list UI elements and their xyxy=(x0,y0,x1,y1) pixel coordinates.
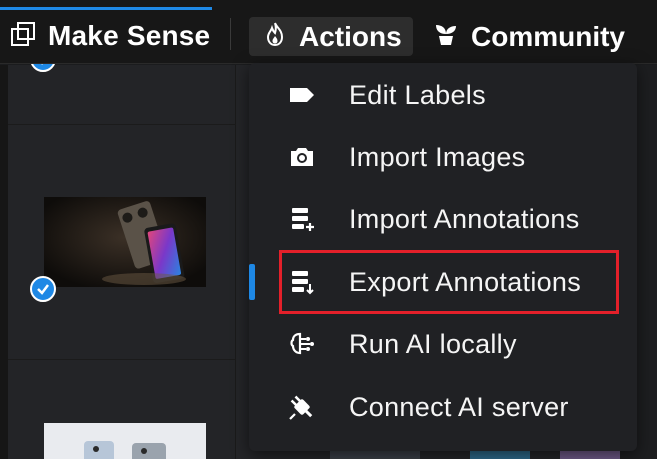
list-item[interactable] xyxy=(8,65,236,125)
menu-item-export-annotations[interactable]: Export Annotations xyxy=(249,251,637,313)
flame-icon xyxy=(263,21,287,52)
thumbnail-image[interactable] xyxy=(44,423,206,459)
thumbnail-image[interactable] xyxy=(44,197,206,287)
tag-icon xyxy=(287,80,317,110)
plant-icon xyxy=(433,21,459,52)
menu-item-label: Connect AI server xyxy=(349,391,569,422)
actions-dropdown-menu: Edit Labels Import Images Import Annotat… xyxy=(249,63,637,451)
menu-item-label: Run AI locally xyxy=(349,328,517,359)
active-indicator xyxy=(249,264,255,300)
app-brand[interactable]: Make Sense xyxy=(10,10,210,62)
list-download-icon xyxy=(287,267,317,297)
menu-item-label: Export Annotations xyxy=(349,266,582,297)
list-add-icon xyxy=(287,204,317,234)
sidebar-scroll-track[interactable] xyxy=(0,65,8,459)
menu-item-edit-labels[interactable]: Edit Labels xyxy=(249,64,637,126)
menu-item-connect-ai-server[interactable]: Connect AI server xyxy=(249,376,637,438)
app-title: Make Sense xyxy=(48,20,211,51)
menu-item-label: Import Annotations xyxy=(349,203,580,234)
square-stack-icon xyxy=(10,21,36,52)
menu-item-label: Edit Labels xyxy=(349,79,486,110)
actions-menu-button[interactable]: Actions xyxy=(249,17,413,56)
divider xyxy=(230,18,231,50)
app-window: Make Sense Actions Community Edit Labels… xyxy=(0,0,657,459)
menu-item-import-annotations[interactable]: Import Annotations xyxy=(249,188,637,250)
top-navigation-bar: Make Sense Actions Community xyxy=(0,0,657,64)
camera-icon xyxy=(287,142,317,172)
menu-item-import-images[interactable]: Import Images xyxy=(249,126,637,188)
community-menu-button[interactable]: Community xyxy=(433,17,625,56)
plug-icon xyxy=(287,392,317,422)
actions-menu-label: Actions xyxy=(299,20,402,52)
brain-icon xyxy=(287,329,317,359)
menu-item-label: Import Images xyxy=(349,141,526,172)
menu-item-run-ai-locally[interactable]: Run AI locally xyxy=(249,313,637,375)
community-menu-label: Community xyxy=(471,20,625,52)
checked-icon[interactable] xyxy=(30,276,56,302)
